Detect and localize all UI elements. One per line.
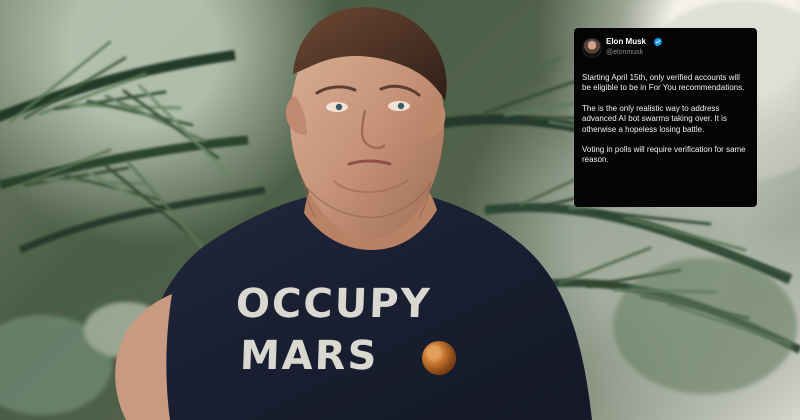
verified-badge-icon: [653, 37, 663, 47]
shirt-line-mars: MARS: [239, 333, 380, 379]
news-image-scene: OCCUPY MARS Elon Musk @elonmusk Starting…: [0, 0, 800, 420]
tweet-paragraph: Voting in polls will require verificatio…: [582, 145, 746, 165]
tweet-paragraph: The is the only realistic way to address…: [582, 103, 727, 134]
author-name: Elon Musk: [606, 37, 647, 46]
tweet-card: Elon Musk @elonmusk Starting April 15th,…: [574, 28, 757, 207]
tweet-paragraph: Starting April 15th, only verified accou…: [582, 73, 745, 93]
shirt-line-occupy: OCCUPY: [235, 281, 433, 327]
avatar: [582, 38, 602, 58]
tweet-body: Starting April 15th, only verified accou…: [582, 73, 750, 166]
tweet-header: Elon Musk @elonmusk: [582, 38, 749, 62]
author-handle: @elonmusk: [606, 49, 644, 56]
mars-planet-icon: [422, 341, 456, 375]
